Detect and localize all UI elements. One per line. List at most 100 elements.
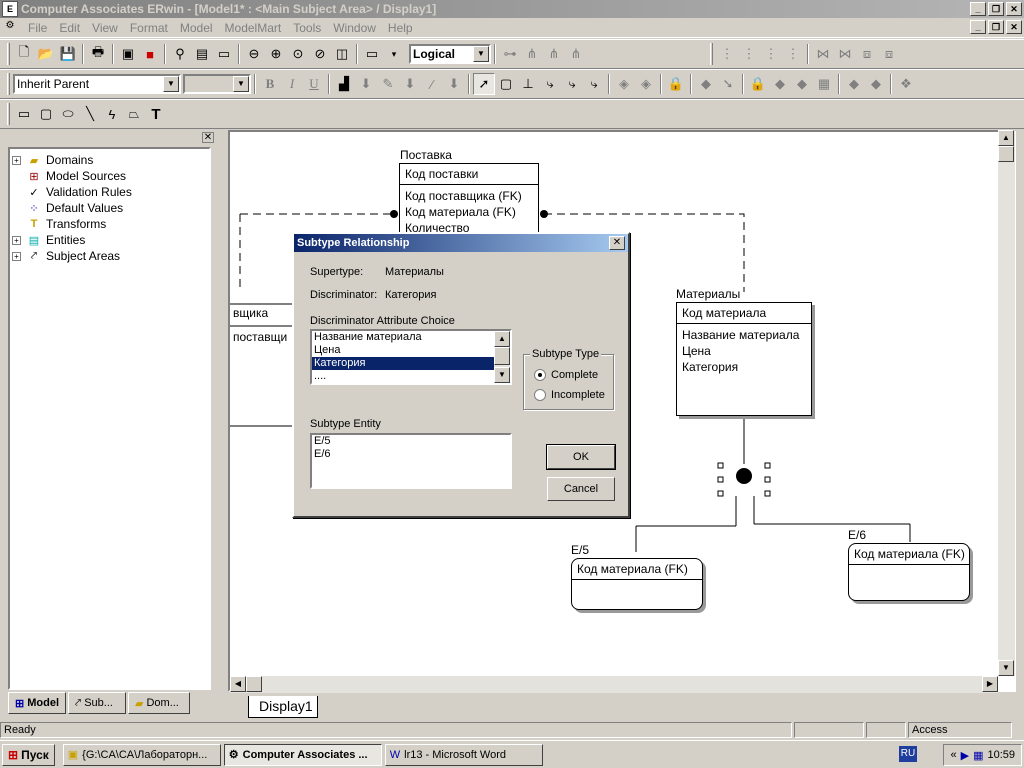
horizontal-scroll-thumb[interactable] — [246, 676, 262, 692]
incomplete-radio[interactable]: Incomplete — [534, 389, 605, 401]
ellipse-tool[interactable]: ⬭ — [57, 103, 79, 125]
dropdown-icon[interactable]: ▾ — [383, 43, 405, 65]
toolbar-grip[interactable] — [7, 103, 10, 125]
start-button[interactable]: ⊞ Пуск — [2, 743, 55, 766]
toolbar-grip[interactable] — [7, 43, 10, 65]
complete-radio[interactable]: Complete — [534, 369, 598, 381]
tray-app-icon[interactable]: ▦ — [973, 749, 983, 762]
spread-icon[interactable]: ⋈ — [812, 43, 834, 65]
menu-format[interactable]: Format — [124, 21, 174, 35]
tree-item-validation-rules[interactable]: ✓ Validation Rules — [12, 184, 207, 200]
tab-display1[interactable]: Display1 — [248, 696, 318, 718]
chevron-down-icon[interactable]: ▼ — [233, 76, 249, 92]
rectangle-tool[interactable]: ▭ — [13, 103, 35, 125]
list-item[interactable]: Название материала — [312, 331, 510, 344]
fill-color-icon[interactable]: ▟ — [333, 73, 355, 95]
bold-button[interactable]: B — [259, 73, 281, 95]
arrow-down-icon[interactable]: ⬇ — [355, 73, 377, 95]
lock-icon[interactable]: 🔒 — [665, 73, 687, 95]
mart6-icon[interactable]: ❖ — [895, 73, 917, 95]
menu-model[interactable]: Model — [174, 21, 219, 35]
scroll-down-icon[interactable]: ▼ — [998, 660, 1014, 676]
list-item[interactable]: E/5 — [312, 435, 510, 448]
list-scroll-thumb[interactable] — [494, 347, 510, 365]
scroll-down-icon[interactable]: ▼ — [494, 367, 510, 383]
mdi-restore-button[interactable]: ❐ — [988, 20, 1004, 34]
many-to-many-tool[interactable]: ⤷ — [561, 73, 583, 95]
entity-e6[interactable]: Код материала (FK) — [848, 543, 970, 601]
color-icon[interactable]: ■ — [139, 43, 161, 65]
identifying-rel-tool[interactable]: ⤷ — [539, 73, 561, 95]
mart2-icon[interactable]: ◆ — [769, 73, 791, 95]
discriminator-choice-list[interactable]: Название материала Цена Категория .... ▲… — [310, 329, 512, 385]
vertical-scrollbar[interactable]: ▲ ▼ — [998, 130, 1015, 676]
mart3-icon[interactable]: ◆ — [791, 73, 813, 95]
model2-icon[interactable]: ◈ — [635, 73, 657, 95]
polyline-tool[interactable]: ϟ — [101, 103, 123, 125]
tree-icon[interactable]: ⋔ — [543, 43, 565, 65]
scroll-up-icon[interactable]: ▲ — [998, 130, 1014, 146]
menu-edit[interactable]: Edit — [53, 21, 86, 35]
size-icon[interactable]: ⧈ — [856, 43, 878, 65]
arrow-down3-icon[interactable]: ⬇ — [443, 73, 465, 95]
align-icon[interactable]: ⋮ — [716, 43, 738, 65]
save-icon[interactable]: 💾 — [57, 43, 79, 65]
list-item[interactable]: Цена — [312, 344, 510, 357]
list-scrollbar[interactable]: ▲ ▼ — [494, 331, 510, 383]
zoom-all-icon[interactable]: ◫ — [331, 43, 353, 65]
clock[interactable]: 10:59 — [987, 749, 1015, 761]
entity-materialy[interactable]: Код материала Название материала Цена Ка… — [676, 302, 812, 416]
scroll-right-icon[interactable]: ▶ — [982, 676, 998, 692]
vertical-scroll-thumb[interactable] — [998, 146, 1014, 162]
toolbar-grip[interactable] — [710, 43, 713, 65]
subtype-entity-list[interactable]: E/5 E/6 — [310, 433, 512, 489]
tab-subject-areas[interactable]: ⤤ Sub... — [68, 692, 126, 714]
model-tree[interactable]: + ▰ Domains ⊞ Model Sources ✓ Validation… — [8, 147, 211, 690]
menu-help[interactable]: Help — [382, 21, 419, 35]
non-identifying-rel-tool[interactable]: ⤷ — [583, 73, 605, 95]
radio-checked-icon[interactable] — [534, 369, 546, 381]
scroll-up-icon[interactable]: ▲ — [494, 331, 510, 347]
model-icon[interactable]: ◈ — [613, 73, 635, 95]
menu-window[interactable]: Window — [327, 21, 382, 35]
radio-unchecked-icon[interactable] — [534, 389, 546, 401]
underline-button[interactable]: U — [303, 73, 325, 95]
entity-display-icon[interactable]: ▤ — [191, 43, 213, 65]
tree-item-subject-areas[interactable]: + ⤤ Subject Areas — [12, 248, 207, 264]
mart-icon[interactable]: ◆ — [695, 73, 717, 95]
taskbar-item-erwin[interactable]: ⚙ Computer Associates ... — [223, 743, 382, 766]
entity-e5[interactable]: Код материала (FK) — [571, 558, 703, 610]
expand-icon[interactable]: + — [12, 235, 21, 245]
spread2-icon[interactable]: ⋈ — [834, 43, 856, 65]
tree-item-default-values[interactable]: ⁘ Default Values — [12, 200, 207, 216]
relationship-icon[interactable]: ⊶ — [499, 43, 521, 65]
entity-tool[interactable]: ▢ — [495, 73, 517, 95]
tab-domains[interactable]: ▰ Dom... — [128, 692, 190, 714]
toolbar-grip[interactable] — [7, 73, 10, 95]
mart4-icon[interactable]: ◆ — [843, 73, 865, 95]
size2-icon[interactable]: ⧈ — [878, 43, 900, 65]
chevron-down-icon[interactable]: ▼ — [473, 46, 489, 62]
line-tool[interactable]: ╲ — [79, 103, 101, 125]
minimize-button[interactable]: _ — [970, 2, 986, 16]
taskbar-item-word[interactable]: W lr13 - Microsoft Word — [384, 743, 543, 766]
menu-tools[interactable]: Tools — [287, 21, 327, 35]
polygon-tool[interactable]: ⏢ — [123, 103, 145, 125]
mdi-minimize-button[interactable]: _ — [970, 20, 986, 34]
zoom-in-icon[interactable]: ⊕ — [265, 43, 287, 65]
taskbar-item-explorer[interactable]: ▣ {G:\CA\CA\Лабораторн... — [62, 743, 221, 766]
list-item[interactable]: E/6 — [312, 448, 510, 461]
tab-model[interactable]: ⊞ Model — [8, 692, 66, 714]
expand-icon[interactable]: + — [12, 251, 21, 261]
new-icon[interactable]: 🗋 — [13, 43, 35, 65]
pin-icon[interactable]: ➘ — [717, 73, 739, 95]
align2-icon[interactable]: ⋮ — [738, 43, 760, 65]
tray-expand-icon[interactable]: « — [950, 749, 956, 761]
zoom-fit-icon[interactable]: ⊙ — [287, 43, 309, 65]
print-icon[interactable]: 🖶 — [87, 43, 109, 65]
note-icon[interactable]: ▭ — [213, 43, 235, 65]
horizontal-scrollbar[interactable]: ◀ ▶ — [230, 676, 998, 693]
open-icon[interactable]: 📂 — [35, 43, 57, 65]
zoom-out-icon[interactable]: ⊖ — [243, 43, 265, 65]
close-icon[interactable]: ✕ — [202, 132, 214, 143]
